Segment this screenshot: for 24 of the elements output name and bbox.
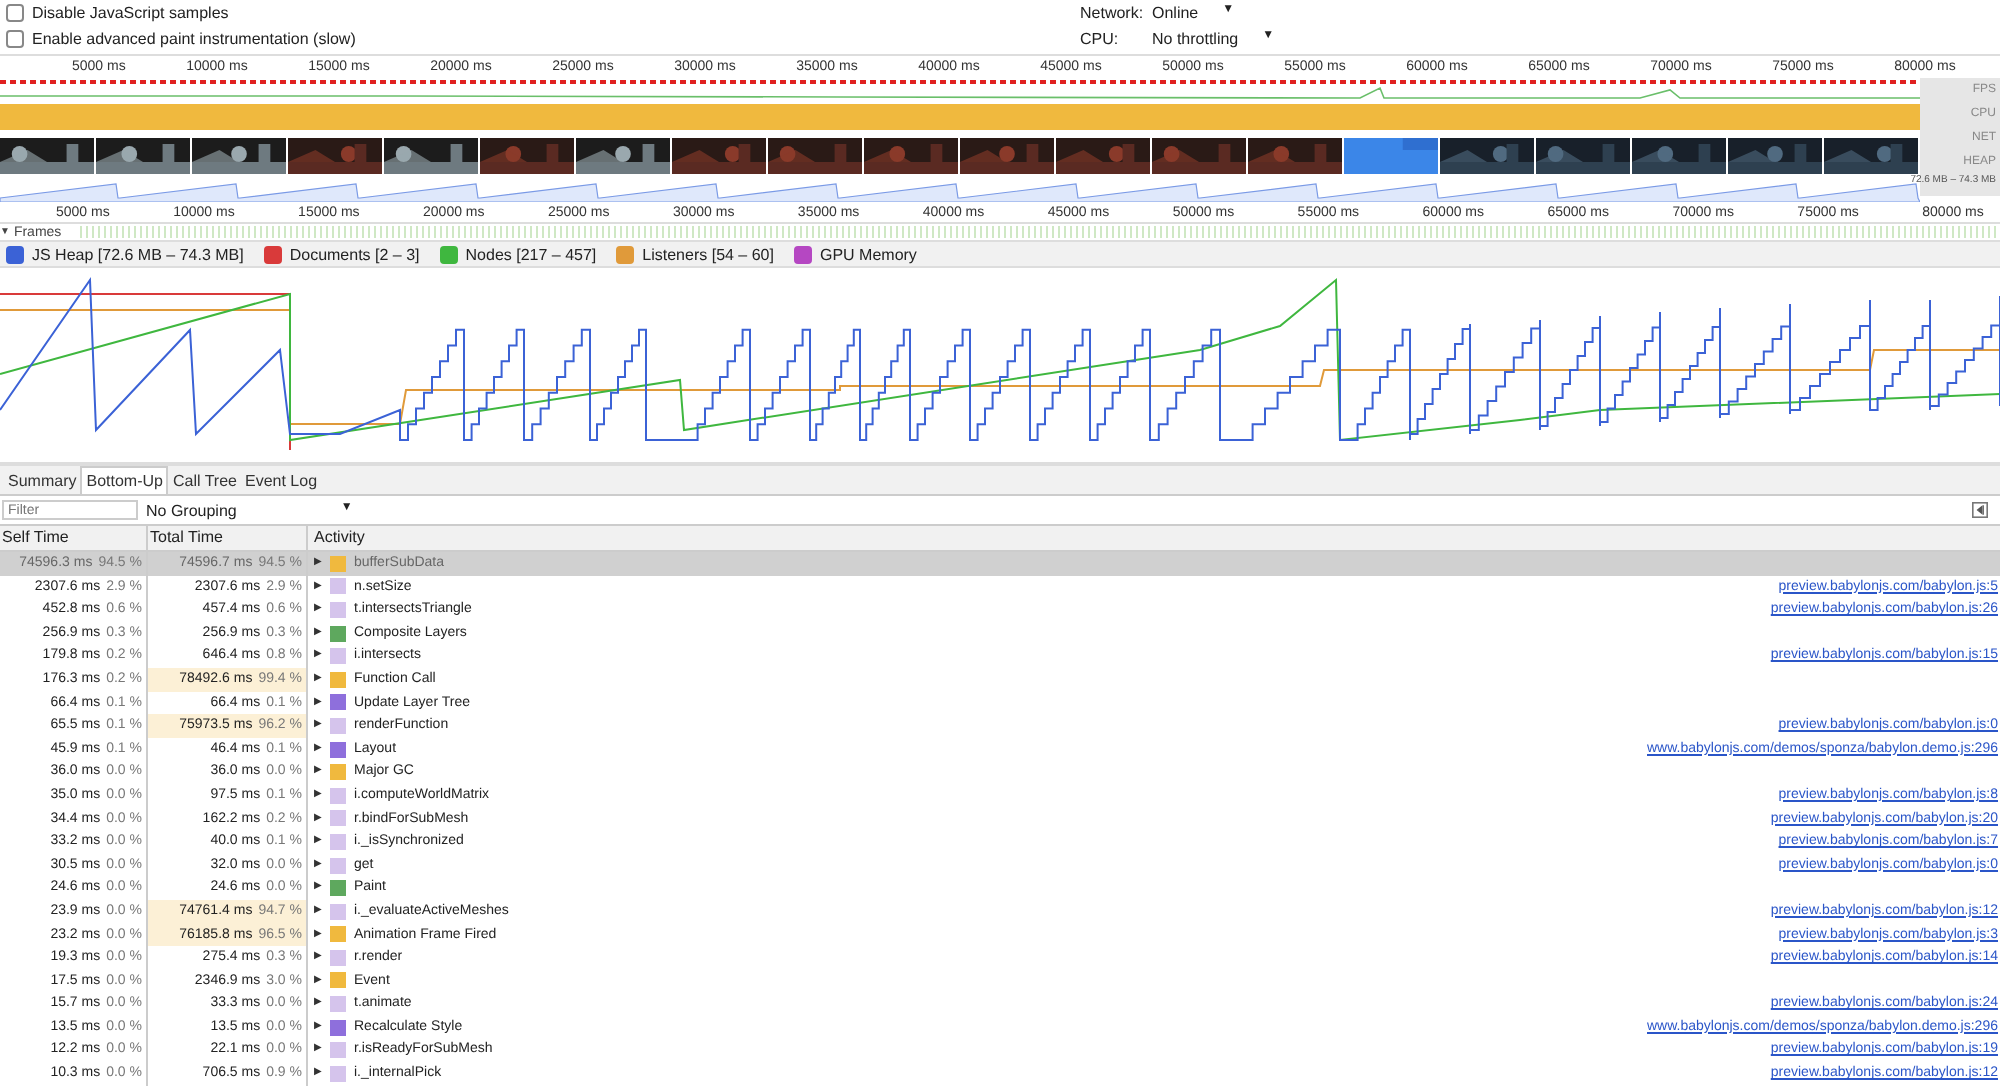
counter-label: Documents [2 – 3]	[289, 245, 420, 263]
column-header[interactable]: Self Time	[0, 526, 148, 550]
counter-label: Listeners [54 – 60]	[642, 245, 774, 263]
counter-checkbox[interactable]	[6, 245, 24, 263]
checkbox[interactable]	[6, 4, 24, 22]
column-header[interactable]: Total Time	[148, 526, 308, 550]
checkbox[interactable]	[6, 30, 24, 48]
checkbox-label: Enable advanced paint instrumentation (slow)	[32, 30, 356, 48]
counter-checkbox[interactable]	[616, 245, 635, 263]
throttle-label: Network:	[1080, 4, 1140, 22]
sidebar-toggle-icon[interactable]	[1972, 502, 1988, 518]
tab[interactable]: Call Tree	[168, 468, 241, 494]
throttle-label: CPU:	[1080, 30, 1121, 48]
counter-checkbox[interactable]	[793, 245, 812, 263]
counter-checkbox[interactable]	[263, 245, 282, 263]
tab[interactable]: Event Log	[240, 468, 322, 494]
checkbox-label: Disable JavaScript samples	[32, 4, 229, 22]
counter-label: JS Heap [72.6 MB – 74.3 MB]	[32, 245, 244, 263]
tab[interactable]: Summary	[4, 468, 81, 494]
column-header[interactable]: Activity	[308, 526, 2000, 550]
counter-label: Nodes [217 – 457]	[465, 245, 597, 263]
counter-checkbox[interactable]	[439, 245, 458, 263]
counter-label: GPU Memory	[819, 245, 917, 263]
tab[interactable]: Bottom-Up	[80, 466, 169, 494]
